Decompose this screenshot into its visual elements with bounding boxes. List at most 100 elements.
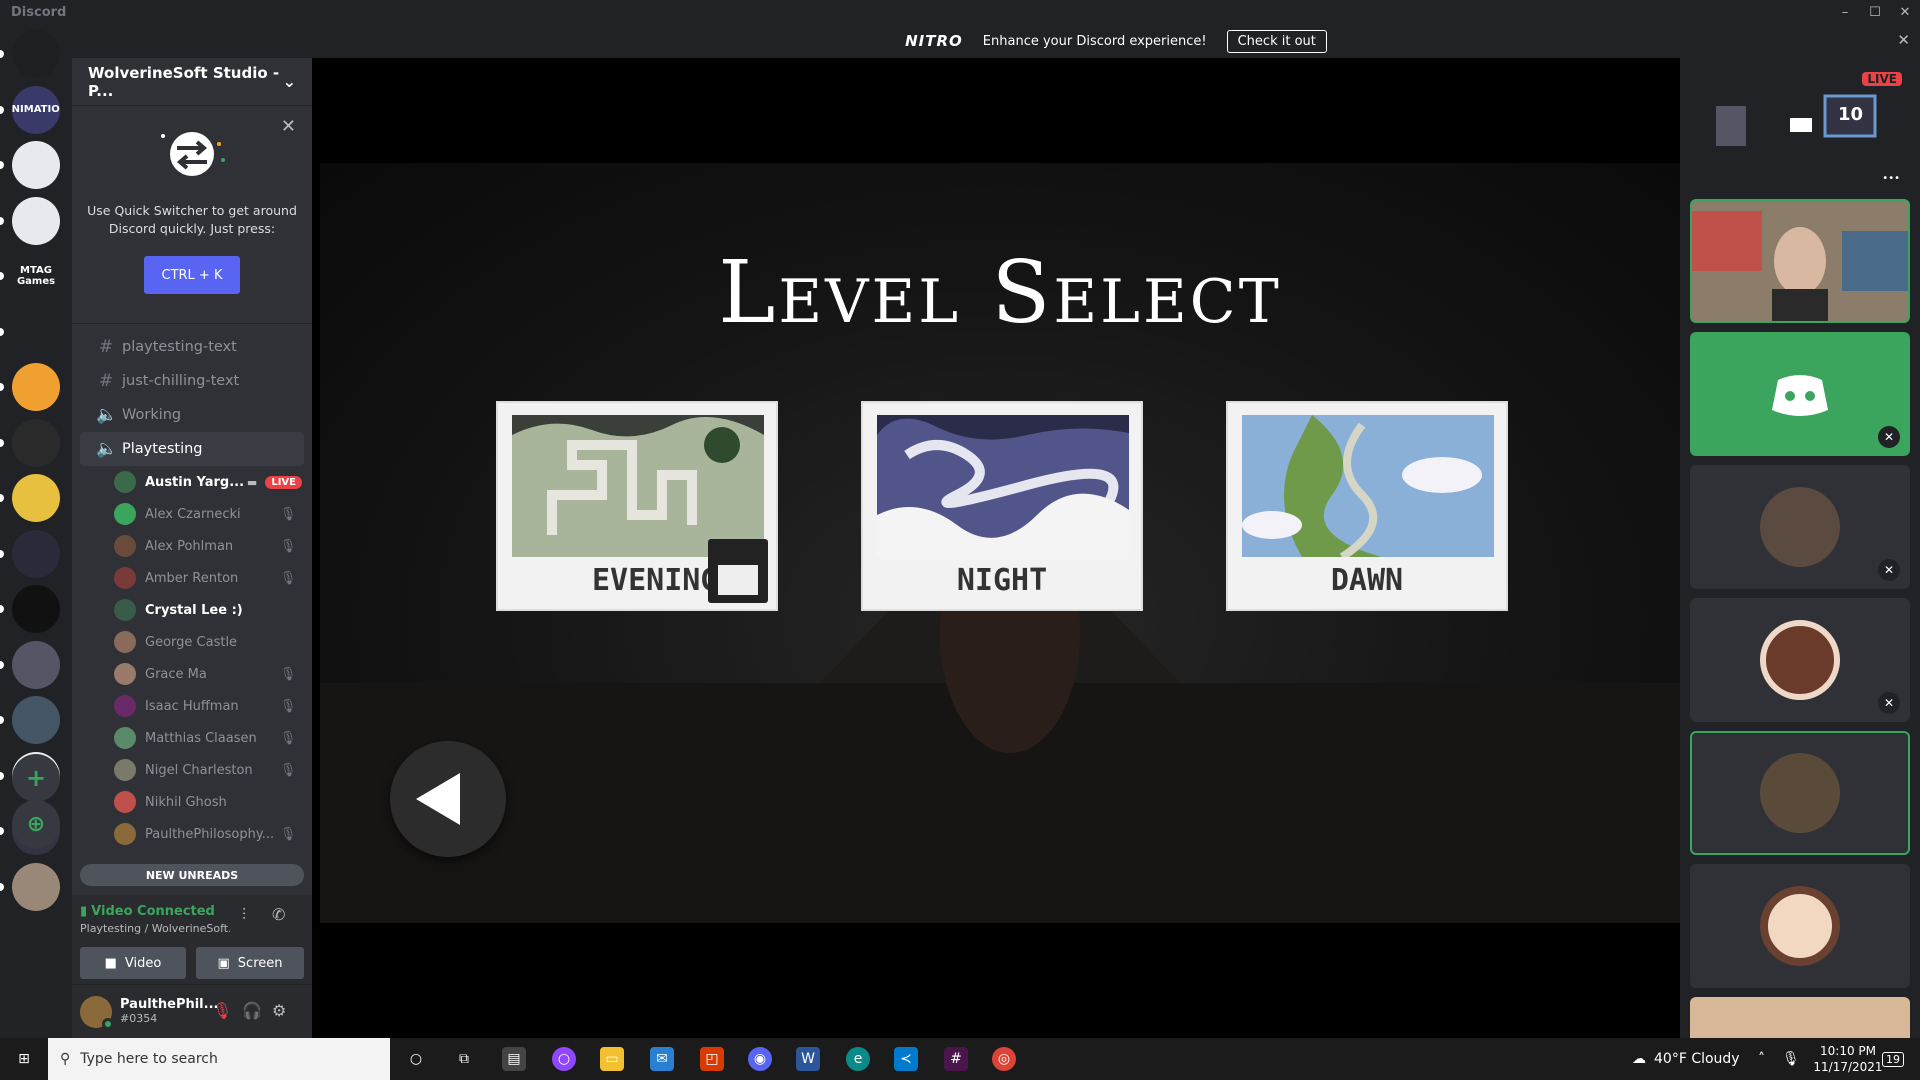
gear-icon[interactable]: ⚙ [272,1001,286,1020]
avatar [1760,886,1840,966]
channel-name: just-chilling-text [122,373,240,389]
headphones-icon[interactable]: 🎧 [242,1001,262,1020]
chevron-down-icon: ⌄ [282,72,296,91]
slack-icon[interactable]: # [944,1047,968,1071]
vscode-icon[interactable]: ≺ [894,1047,918,1071]
add-server-icon[interactable]: + [12,754,60,802]
new-unreads-button[interactable]: NEW UNREADS [80,864,304,886]
voice-user[interactable]: Austin Yarg... ▬ LIVE [72,466,312,498]
tile-discord-user[interactable]: ✕ [1690,332,1910,456]
voice-user[interactable]: Alex Pohlman 🎙 [72,530,312,562]
store-icon[interactable]: ▤ [502,1047,526,1071]
weather-widget[interactable]: ☁ 40°F Cloudy [1632,1038,1740,1080]
tile-stream-preview[interactable]: LIVE 10 ••• [1690,66,1910,190]
app-icon[interactable]: ○ [552,1047,576,1071]
windows-start-icon[interactable]: ⊞ [12,1047,36,1071]
notification-count: 19 [1882,1051,1904,1067]
tile-user-avatar-2[interactable]: ✕ [1690,598,1910,722]
mail-icon[interactable]: ✉ [650,1047,674,1071]
server-icon-server-landscape[interactable] [12,696,60,744]
voice-user[interactable]: Isaac Huffman 🎙 [72,690,312,722]
voice-user[interactable]: Matthias Claasen 🎙 [72,722,312,754]
voice-user[interactable]: George Castle [72,626,312,658]
video-button[interactable]: ■ Video [80,947,186,979]
screen-share-button[interactable]: ▣ Screen [196,947,304,979]
server-icon-wolverinesoft-studio[interactable] [12,141,60,189]
tile-user-avatar-1[interactable]: ✕ [1690,465,1910,589]
channel-playtesting[interactable]: 🔈 Playtesting [80,432,304,466]
explore-servers-icon[interactable]: ⊕ [12,800,60,848]
notifications-icon[interactable]: 19 [1882,1038,1904,1080]
server-icon-server-photo[interactable] [12,640,60,689]
tile-webcam[interactable] [1690,199,1910,323]
user-info[interactable]: PaulthePhil... #0354 [120,997,218,1026]
voice-user-name: George Castle [145,634,238,650]
server-icon-michigan-animation-club[interactable]: ANIMATION [12,85,60,134]
mute-mic-icon[interactable]: 🎙 [212,1001,232,1020]
channel-just-chilling-text[interactable]: # just-chilling-text [80,364,304,398]
check-it-out-button[interactable]: Check it out [1226,29,1327,53]
cortana-icon[interactable]: ○ [404,1047,428,1071]
avatar [114,535,136,557]
muted-mic-icon: 🎙 [279,506,297,522]
minimize-button[interactable]: – [1830,0,1860,24]
discord-taskbar-icon[interactable]: ◉ [748,1047,772,1071]
close-icon[interactable]: ✕ [281,116,296,137]
muted-mic-icon: 🎙 [279,698,297,714]
server-icon-server-group[interactable] [12,862,60,911]
voice-user-name: Nigel Charleston [145,762,253,778]
task-view-icon[interactable]: ⧉ [452,1047,476,1071]
guild-header[interactable]: WolverineSoft Studio - P... ⌄ [72,58,312,106]
channel-working[interactable]: 🔈 Working [80,398,304,432]
close-window-button[interactable]: ✕ [1890,0,1920,24]
office-icon[interactable]: ◰ [700,1047,724,1071]
muted-mic-icon: ✕ [1878,426,1900,448]
server-icon-wolverinesoft-alt[interactable] [12,196,60,245]
word-icon[interactable]: W [796,1047,820,1071]
voice-user[interactable]: Nikhil Ghosh [72,786,312,818]
level-card-dawn[interactable]: DAWN [1226,401,1508,611]
microphone-icon[interactable]: 🎙 [1782,1038,1800,1080]
chevron-up-icon[interactable]: ˄ [1758,1038,1765,1080]
tile-user-avatar-3[interactable] [1690,731,1910,855]
clock[interactable]: 10:10 PM 11/17/2021 [1808,1038,1888,1080]
channel-sidebar: WolverineSoft Studio - P... ⌄ ✕ Use Quic… [72,58,312,1038]
server-icon-server-chess[interactable] [12,307,60,356]
server-icon-server-yellow[interactable] [12,474,60,522]
close-icon[interactable]: ✕ [1897,31,1910,49]
back-button[interactable] [390,741,506,857]
tile-user-avatar-5[interactable] [1690,997,1910,1038]
more-icon[interactable]: ••• [1882,173,1900,184]
server-icon-mtag-games[interactable]: MTAG Games [12,252,60,300]
avatar[interactable] [80,995,114,1030]
tile-user-avatar-4[interactable] [1690,864,1910,988]
maximize-button[interactable]: ☐ [1860,0,1890,24]
chrome-icon[interactable]: ◎ [992,1047,1016,1071]
server-icon-server-pixel[interactable] [12,529,60,578]
dawn-map-image [1242,415,1494,557]
level-card-evening[interactable]: EVENING [496,401,778,611]
voice-user-name: Austin Yarg... [145,474,245,490]
server-icon-server-flame[interactable] [12,363,60,411]
level-card-night[interactable]: NIGHT [861,401,1143,611]
server-icon-server-red[interactable] [12,418,60,467]
voice-user[interactable]: Nigel Charleston 🎙 [72,754,312,786]
channel-playtesting-text[interactable]: # playtesting-text [80,330,304,364]
disconnect-icon[interactable]: ✆ [272,905,285,924]
server-icon-server-book[interactable] [12,585,60,633]
channel-name: Working [122,407,182,423]
edge-icon[interactable]: e [846,1047,870,1071]
voice-user[interactable]: Amber Renton 🎙 [72,562,312,594]
noise-suppression-icon[interactable]: ⫶ [242,905,246,925]
server-icon-server-1[interactable] [12,30,60,78]
voice-user[interactable]: Alex Czarnecki 🎙 [72,498,312,530]
taskbar-search-input[interactable]: ⚲ Type here to search [48,1038,390,1080]
ctrl-k-button[interactable]: CTRL + K [144,256,240,294]
voice-user[interactable]: Grace Ma 🎙 [72,658,312,690]
voice-user[interactable]: Crystal Lee :) [72,594,312,626]
file-explorer-icon[interactable]: ▭ [600,1047,624,1071]
voice-channel-link[interactable]: Playtesting / WolverineSoft... [80,922,230,935]
voice-user[interactable]: PaulthePhilosophy... 🎙 [72,818,312,850]
webcam-image [1692,201,1908,321]
stream-view[interactable]: Level Select EVENING NIGHT DAWN [312,58,1680,1038]
